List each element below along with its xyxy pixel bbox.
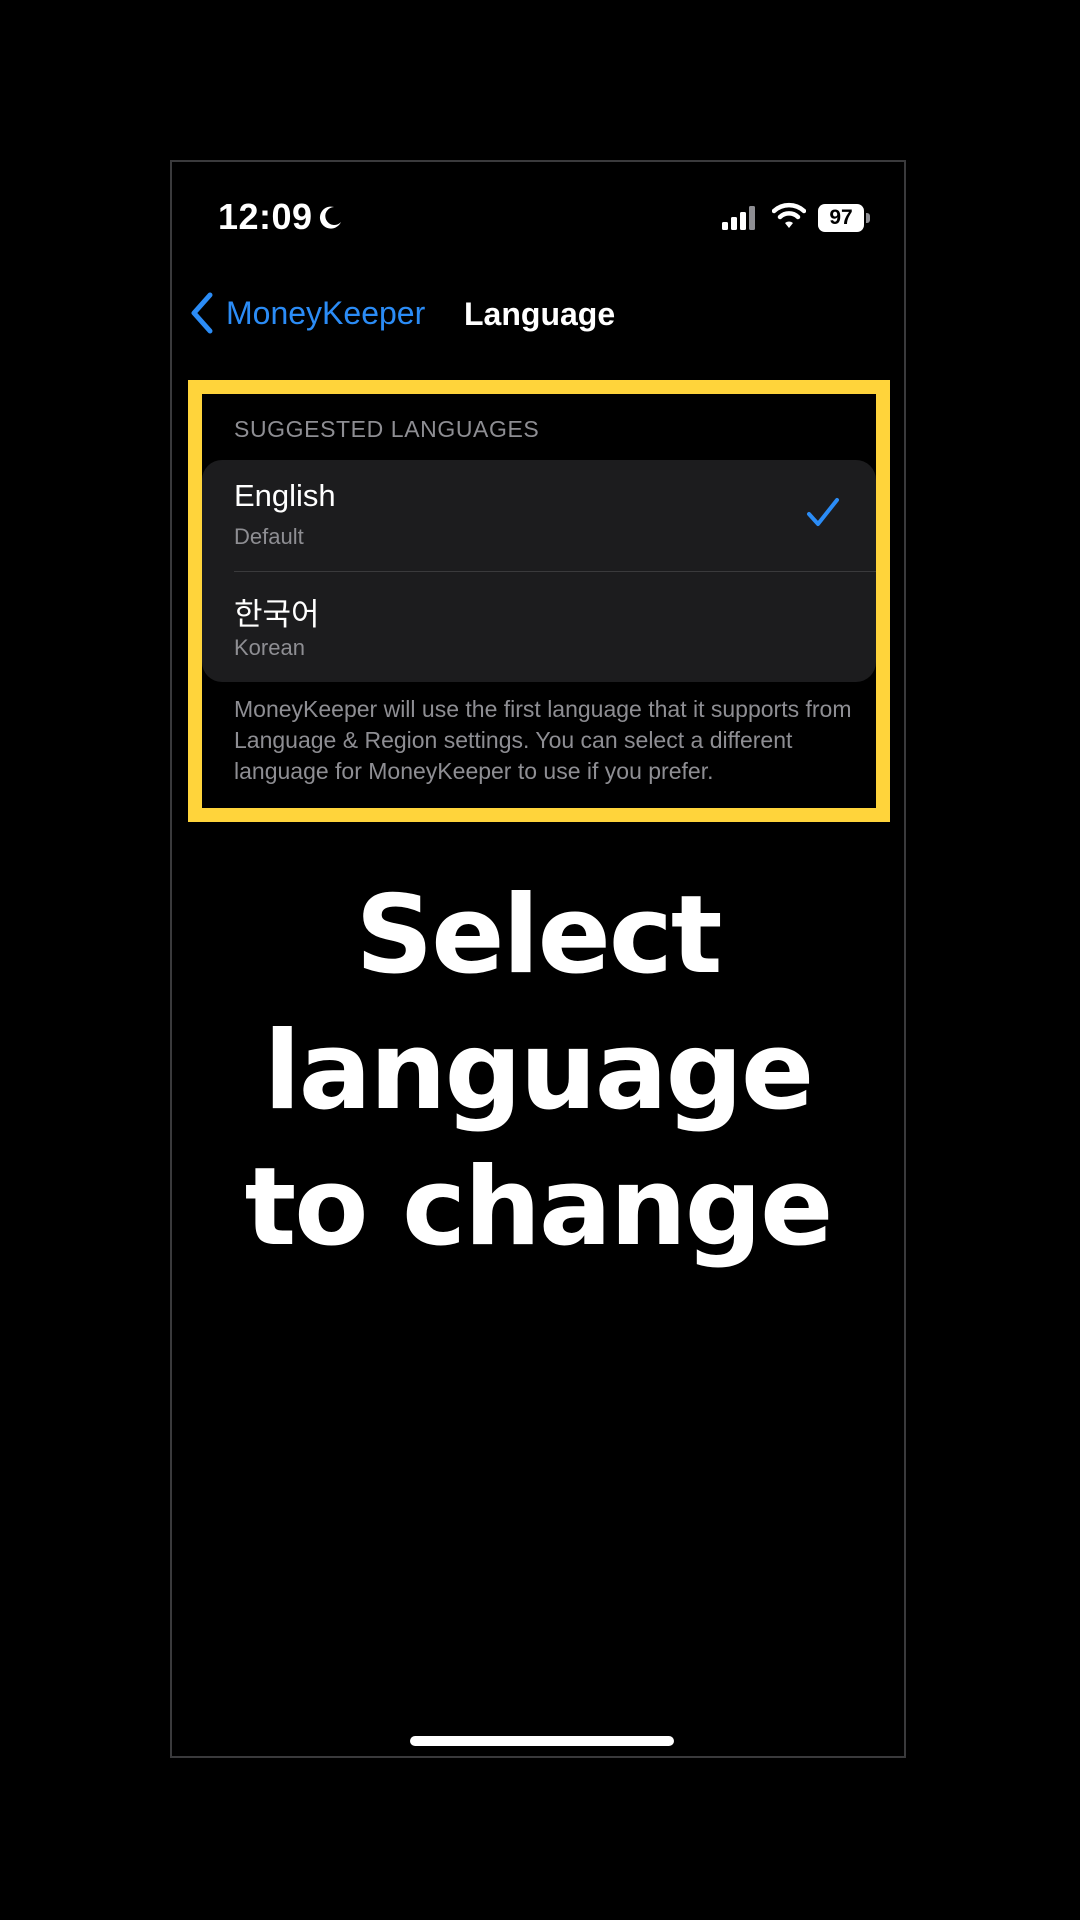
back-label: MoneyKeeper [226, 294, 426, 331]
status-time: 12:09 [218, 196, 313, 237]
status-bar: 12:09 97 [172, 162, 904, 272]
language-subtitle: Default [234, 524, 304, 549]
language-list: English Default 한국어 Korean [202, 460, 876, 682]
language-subtitle: Korean [234, 635, 305, 660]
section-header: SUGGESTED LANGUAGES [234, 416, 540, 442]
phone-screenshot: 12:09 97 MoneyKeeper Language SUGGESTED … [170, 160, 906, 1758]
chevron-left-icon [191, 292, 213, 334]
battery-level: 97 [818, 204, 864, 232]
section-footer: MoneyKeeper will use the first language … [234, 696, 852, 784]
screen: 12:09 97 MoneyKeeper Language SUGGESTED … [0, 0, 1080, 1920]
caption-line-2: language [263, 1009, 814, 1134]
language-title: 한국어 [234, 597, 320, 632]
page-title: Language [464, 296, 616, 332]
highlight-frame: SUGGESTED LANGUAGES English Default 한국어 … [188, 380, 890, 822]
navigation-bar: MoneyKeeper Language [172, 272, 904, 362]
caption-line-3: to change [244, 1145, 834, 1270]
battery-cap [866, 213, 870, 223]
instruction-caption: Select language to change [172, 868, 904, 1276]
moon-icon [319, 206, 341, 229]
battery-icon: 97 [818, 204, 870, 232]
language-option-korean[interactable]: 한국어 Korean [202, 571, 876, 682]
checkmark-icon [807, 498, 839, 526]
caption-line-1: Select [355, 873, 723, 998]
home-indicator [410, 1736, 674, 1746]
language-title: English [234, 478, 336, 513]
back-button[interactable]: MoneyKeeper [186, 288, 425, 338]
wifi-icon [772, 202, 806, 228]
signal-icon [722, 206, 755, 230]
language-option-english[interactable]: English Default [202, 460, 876, 572]
